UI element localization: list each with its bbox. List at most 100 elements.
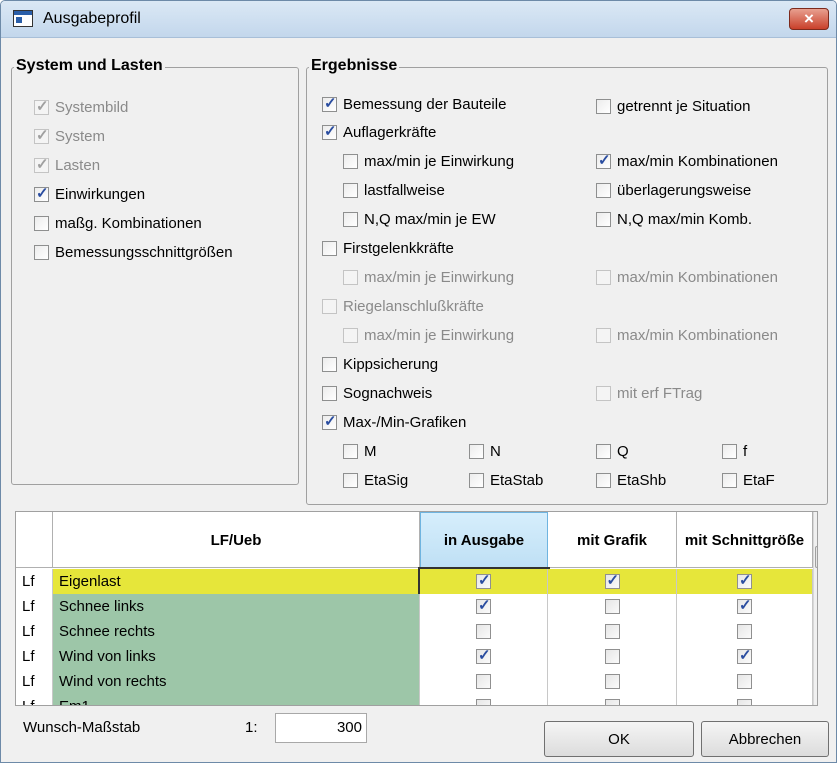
checkbox-icon[interactable] [34, 216, 49, 231]
grid-checkbox-icon[interactable] [476, 674, 491, 689]
grid-header-mit-schnittgroesse[interactable]: mit Schnittgröße [677, 512, 813, 568]
checkbox-icon[interactable] [596, 183, 611, 198]
checkbox-grafik-etasig[interactable]: EtaSig [343, 472, 408, 489]
scroll-down-icon[interactable]: ▼ [814, 688, 817, 705]
checkbox-icon[interactable] [596, 212, 611, 227]
checkbox-auflager-maxmin-einwirkung[interactable]: max/min je Einwirkung [343, 153, 514, 170]
grid-checkbox-icon[interactable] [604, 571, 620, 589]
checkbox-icon[interactable] [322, 241, 337, 256]
checkbox-massg-kombinationen[interactable]: maßg. Kombinationen [34, 215, 202, 232]
row-mit-grafik-cell[interactable] [548, 594, 677, 619]
checkbox-icon[interactable] [596, 99, 611, 114]
table-row[interactable]: Lf Eigenlast [16, 567, 813, 596]
checkbox-icon[interactable] [596, 473, 611, 488]
checkbox-icon[interactable] [343, 183, 358, 198]
row-mit-schnittgroesse-cell[interactable] [677, 669, 813, 694]
checkbox-icon[interactable] [343, 212, 358, 227]
checkbox-icon[interactable] [343, 154, 358, 169]
row-mit-grafik-cell[interactable] [548, 569, 677, 594]
checkbox-icon[interactable] [322, 412, 337, 430]
checkbox-sognachweis[interactable]: Sognachweis [322, 385, 432, 402]
grid-checkbox-icon[interactable] [476, 571, 491, 589]
checkbox-icon[interactable] [322, 386, 337, 401]
checkbox-icon[interactable] [343, 444, 358, 459]
grid-header-in-ausgabe[interactable]: in Ausgabe [420, 512, 548, 568]
grid-checkbox-icon[interactable] [737, 699, 752, 705]
table-row[interactable]: Lf Wind von rechts [16, 669, 813, 694]
table-row[interactable]: Lf Schnee rechts [16, 619, 813, 644]
row-mit-schnittgroesse-cell[interactable] [677, 694, 813, 705]
checkbox-icon[interactable] [469, 444, 484, 459]
table-row[interactable]: Lf Wind von links [16, 644, 813, 669]
row-in-ausgabe-cell[interactable] [420, 619, 548, 644]
grid-checkbox-icon[interactable] [604, 699, 620, 705]
checkbox-grafik-m[interactable]: M [343, 443, 377, 460]
grid-checkbox-icon[interactable] [604, 624, 620, 639]
checkbox-grafik-f[interactable]: f [722, 443, 747, 460]
checkbox-grafik-q[interactable]: Q [596, 443, 629, 460]
checkbox-icon[interactable] [469, 473, 484, 488]
row-mit-schnittgroesse-cell[interactable] [677, 644, 813, 669]
checkbox-grafik-n[interactable]: N [469, 443, 501, 460]
row-mit-schnittgroesse-cell[interactable] [677, 594, 813, 619]
row-in-ausgabe-cell[interactable] [420, 669, 548, 694]
grid-checkbox-icon[interactable] [737, 624, 752, 639]
scroll-thumb[interactable] [815, 546, 817, 568]
cancel-button[interactable]: Abbrechen [701, 721, 829, 757]
checkbox-lastfallweise[interactable]: lastfallweise [343, 182, 445, 199]
checkbox-nq-je-ew[interactable]: N,Q max/min je EW [343, 211, 496, 228]
checkbox-icon[interactable] [34, 184, 49, 202]
checkbox-icon[interactable] [596, 444, 611, 459]
checkbox-grafik-etashb[interactable]: EtaShb [596, 472, 666, 489]
table-row[interactable]: LfEm1 [16, 694, 813, 705]
checkbox-icon[interactable] [322, 94, 337, 112]
checkbox-grafik-etastab[interactable]: EtaStab [469, 472, 543, 489]
grid-checkbox-icon[interactable] [604, 674, 620, 689]
checkbox-ueberlagerungsweise[interactable]: überlagerungsweise [596, 182, 751, 199]
grid-checkbox-icon[interactable] [476, 624, 491, 639]
row-in-ausgabe-cell[interactable] [420, 644, 548, 669]
checkbox-bemessung[interactable]: Bemessung der Bauteile [322, 94, 506, 113]
table-row[interactable]: Lf Schnee links [16, 594, 813, 619]
row-in-ausgabe-cell[interactable] [420, 594, 548, 619]
scroll-up-icon[interactable]: ▲ [814, 512, 817, 529]
checkbox-icon[interactable] [722, 444, 737, 459]
row-in-ausgabe-cell[interactable] [420, 694, 548, 705]
ok-button[interactable]: OK [544, 721, 694, 757]
checkbox-nq-komb[interactable]: N,Q max/min Komb. [596, 211, 752, 228]
grid-scrollbar[interactable]: ▲ ▼ [813, 512, 817, 705]
row-mit-grafik-cell[interactable] [548, 644, 677, 669]
row-mit-grafik-cell[interactable] [548, 619, 677, 644]
grid-checkbox-icon[interactable] [737, 571, 752, 589]
row-mit-grafik-cell[interactable] [548, 694, 677, 705]
checkbox-auflager-maxmin-kombinationen[interactable]: max/min Kombinationen [596, 151, 778, 170]
checkbox-grafik-etaf[interactable]: EtaF [722, 472, 775, 489]
checkbox-icon[interactable] [722, 473, 737, 488]
grid-checkbox-icon[interactable] [476, 699, 491, 705]
title-bar[interactable]: Ausgabeprofil × [1, 1, 836, 38]
checkbox-einwirkungen[interactable]: Einwirkungen [34, 184, 145, 203]
checkbox-icon[interactable] [34, 245, 49, 260]
grid-header-name[interactable]: LF/Ueb [53, 512, 420, 568]
grid-checkbox-icon[interactable] [604, 599, 620, 614]
checkbox-icon[interactable] [322, 122, 337, 140]
checkbox-kippsicherung[interactable]: Kippsicherung [322, 356, 438, 373]
grid-checkbox-icon[interactable] [604, 649, 620, 664]
checkbox-getrennt-je-situation[interactable]: getrennt je Situation [596, 98, 750, 115]
grid-checkbox-icon[interactable] [476, 596, 491, 614]
checkbox-firstgelenkkraefte[interactable]: Firstgelenkkräfte [322, 240, 454, 257]
grid-checkbox-icon[interactable] [737, 596, 752, 614]
row-mit-schnittgroesse-cell[interactable] [677, 619, 813, 644]
row-mit-schnittgroesse-cell[interactable] [677, 569, 813, 594]
checkbox-icon[interactable] [343, 473, 358, 488]
row-in-ausgabe-cell[interactable] [418, 567, 550, 596]
grid-header-mit-grafik[interactable]: mit Grafik [548, 512, 677, 568]
row-mit-grafik-cell[interactable] [548, 669, 677, 694]
grid-checkbox-icon[interactable] [737, 674, 752, 689]
grid-checkbox-icon[interactable] [476, 646, 491, 664]
checkbox-icon[interactable] [322, 357, 337, 372]
checkbox-max-min-grafiken[interactable]: Max-/Min-Grafiken [322, 412, 466, 431]
checkbox-icon[interactable] [596, 151, 611, 169]
checkbox-bemessungsschnittgroessen[interactable]: Bemessungsschnittgrößen [34, 244, 233, 261]
scale-input[interactable]: 300 [275, 713, 367, 743]
